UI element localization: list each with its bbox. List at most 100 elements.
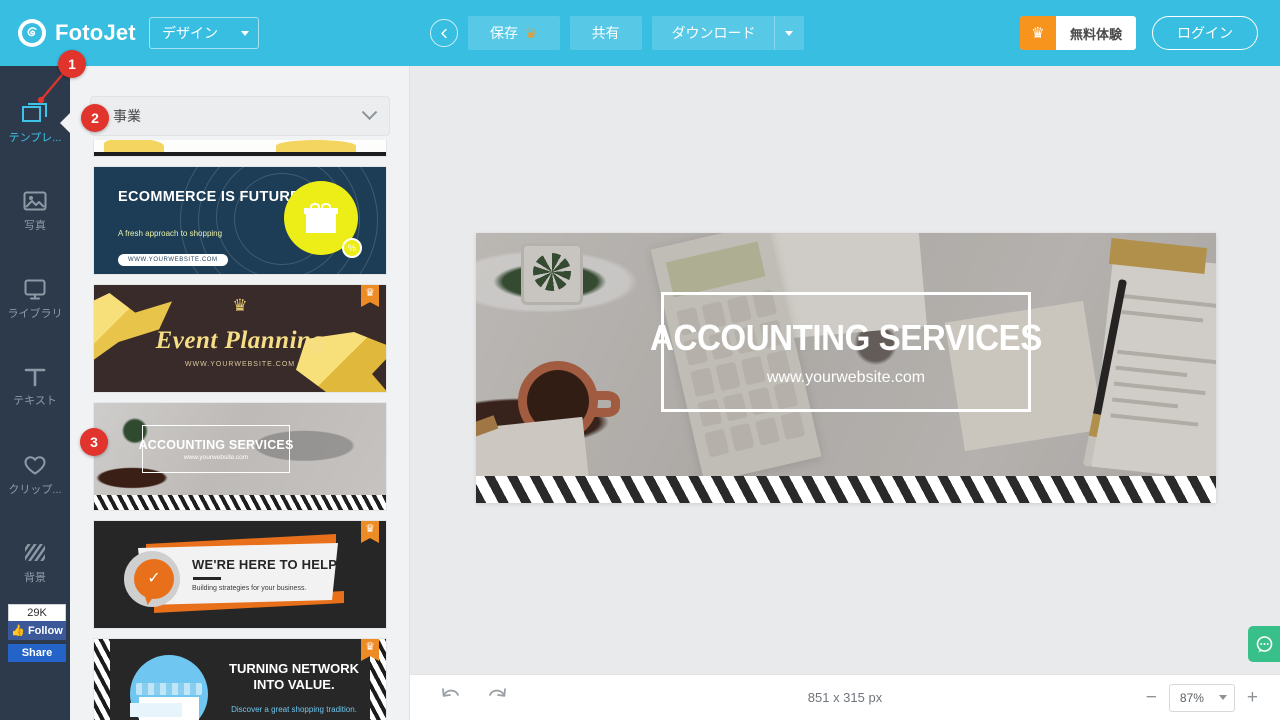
template-title: WE'RE HERE TO HELP. [192,557,340,572]
sidebar-item-label: テンプレ... [8,132,62,144]
brand-name: FotoJet [55,20,136,45]
sidebar-item-label: 写真 [24,220,46,232]
caret-down-icon [241,30,249,36]
sidebar-item-label: クリップ... [8,483,62,496]
caret-down-icon [1218,695,1227,700]
zoom-controls: − 87% + [1146,683,1258,712]
chat-bubble-icon [1256,635,1272,652]
facebook-share-button[interactable]: Share [8,644,66,662]
back-button[interactable] [430,19,458,47]
download-button-group: ダウンロード [651,16,804,50]
zoom-out-button[interactable]: − [1146,688,1157,707]
download-label: ダウンロード [671,25,756,41]
caret-down-icon [785,30,794,36]
sidebar-item-label: 背景 [24,572,46,584]
download-button[interactable]: ダウンロード [651,16,774,50]
template-title: ACCOUNTING SERVICES [138,437,294,452]
facebook-follow-button[interactable]: 👍 Follow [8,621,66,640]
check-icon: ✓ [134,559,174,599]
design-title[interactable]: ACCOUNTING SERVICES [650,317,1042,359]
chevron-left-icon [440,28,447,38]
fotojet-logo-icon [18,19,46,47]
background-icon [23,542,47,569]
template-subtitle: A fresh approach to shopping [118,229,223,238]
premium-crown-icon: ♛ [361,285,379,307]
follow-label: Follow [27,624,63,637]
zoom-level-select[interactable]: 87% [1168,683,1235,712]
top-bar: FotoJet デザイン 保存 ♛ 共有 ダウンロード ♛ 無料体験 ログイン [0,0,1280,66]
template-thumbnail-here-to-help[interactable]: ♛ ✓ WE'RE HERE TO HELP. Building strateg… [93,520,387,629]
design-menu-label: デザイン [162,25,218,41]
template-icon [22,102,48,129]
template-thumbnail-turning-network[interactable]: ♛ TURNING NETWORK INTO VALUE. Discover a… [93,638,387,720]
template-title: TURNING NETWORK INTO VALUE. [229,661,359,692]
left-sidebar: テンプレ... 写真 ライブラリ テキスト クリップ... 背景 29K 👍 F… [0,66,70,720]
sidebar-item-label: ライブラリ [7,308,63,320]
design-menu-button[interactable]: デザイン [149,17,259,49]
category-dropdown[interactable]: 事業 [90,96,390,136]
premium-crown-icon: ♛ [361,521,379,543]
bottom-bar: 851 x 315 px − 87% + [410,674,1280,720]
zoom-level-value: 87% [1179,690,1204,705]
template-thumbnail-event-planning[interactable]: ♛ ♛ Event Planning WWW.YOURWEBSITE.COM [93,284,387,393]
template-title: Event Planning [155,327,325,354]
crown-icon: ♛ [1019,16,1056,50]
callout-badge-3: 3 [80,428,108,456]
storefront-icon [126,655,212,720]
chevron-down-icon [361,103,378,120]
share-label: 共有 [591,25,620,41]
templates-panel: 事業 ECOMMERCE IS FUTURE A fresh approach … [70,66,410,720]
percent-icon: % [342,238,362,258]
decoration [94,495,386,510]
library-icon [23,278,47,305]
decoration [193,577,221,580]
crown-icon: ♛ [525,25,538,41]
template-subtitle: Discover a great shopping tradition. [231,705,357,714]
template-list: ECOMMERCE IS FUTURE A fresh approach to … [93,140,387,720]
login-button[interactable]: ログイン [1152,16,1258,50]
decoration [104,140,164,152]
zoom-in-button[interactable]: + [1247,688,1258,707]
decoration [94,639,110,720]
share-button[interactable]: 共有 [569,16,642,50]
crown-icon: ♛ [232,296,248,315]
category-value: 事業 [113,108,141,124]
fotojet-editor-app: FotoJet デザイン 保存 ♛ 共有 ダウンロード ♛ 無料体験 ログイン … [0,0,1280,720]
design-stripe-band [476,476,1216,503]
heart-icon [23,455,47,481]
template-list-scroll[interactable]: ECOMMERCE IS FUTURE A fresh approach to … [70,140,409,720]
save-button[interactable]: 保存 ♛ [468,16,560,50]
template-thumbnail-accounting-services[interactable]: ACCOUNTING SERVICES www.yourwebsite.com [93,402,387,511]
canvas-area[interactable]: ACCOUNTING SERVICES www.yourwebsite.com [410,66,1280,674]
template-thumbnail-ecommerce[interactable]: ECOMMERCE IS FUTURE A fresh approach to … [93,166,387,275]
facebook-social-widget: 29K 👍 Follow Share [8,604,66,662]
sidebar-item-text[interactable]: テキスト [0,352,70,422]
brand-logo[interactable]: FotoJet [0,19,140,47]
sidebar-item-label: テキスト [13,395,57,407]
design-text-frame[interactable]: ACCOUNTING SERVICES www.yourwebsite.com [650,292,1042,412]
template-subtitle: Building strategies for your business. [192,585,307,592]
chat-support-button[interactable] [1248,626,1280,662]
artboard[interactable]: ACCOUNTING SERVICES www.yourwebsite.com [476,233,1216,503]
sidebar-item-library[interactable]: ライブラリ [0,264,70,334]
sidebar-item-background[interactable]: 背景 [0,528,70,598]
sidebar-item-photos[interactable]: 写真 [0,176,70,246]
template-url: WWW.YOURWEBSITE.COM [184,361,296,368]
template-url: WWW.YOURWEBSITE.COM [118,254,228,266]
top-bar-actions: 保存 ♛ 共有 ダウンロード [410,0,804,66]
callout-badge-1: 1 [58,50,86,78]
login-label: ログイン [1177,25,1233,41]
template-title: ECOMMERCE IS FUTURE [118,189,301,205]
top-bar-account: ♛ 無料体験 ログイン [1019,0,1258,66]
thumbs-up-icon: 👍 [11,625,25,637]
design-url[interactable]: www.yourwebsite.com [767,369,925,387]
follower-count: 29K [8,604,66,621]
sidebar-item-clipart[interactable]: クリップ... [0,440,70,510]
download-dropdown-button[interactable] [773,16,804,50]
template-url: www.yourwebsite.com [183,453,249,461]
template-thumbnail[interactable] [93,140,387,157]
free-trial-button[interactable]: ♛ 無料体験 [1019,16,1136,50]
share-label: Share [21,647,53,659]
template-text-frame: ACCOUNTING SERVICES www.yourwebsite.com [139,425,293,473]
decoration [276,140,356,152]
